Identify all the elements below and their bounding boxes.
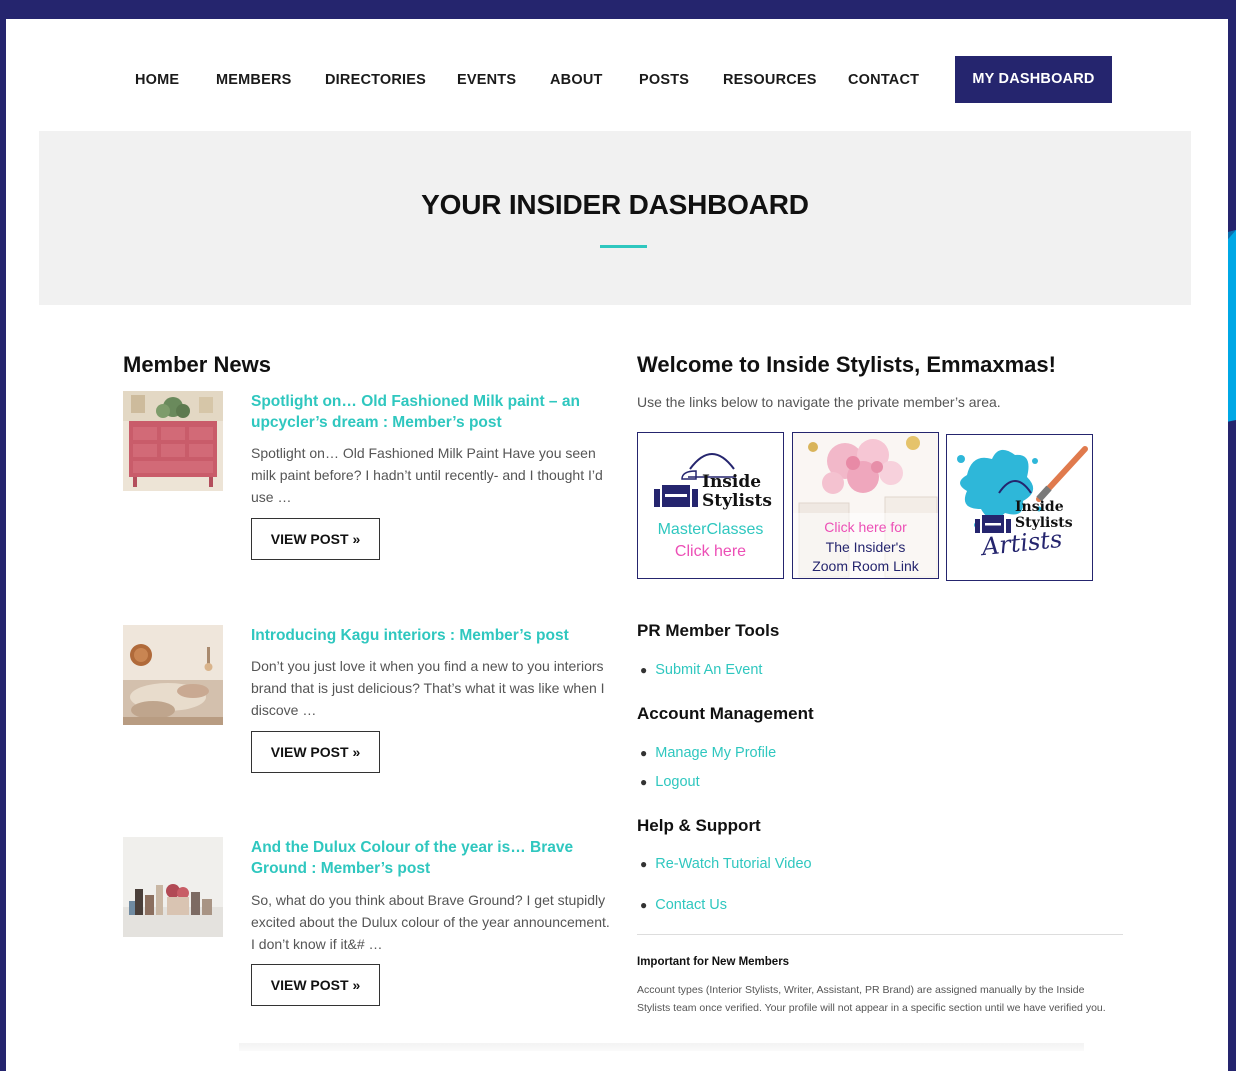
nav-posts[interactable]: POSTS	[639, 56, 689, 104]
zoom-room-label: Zoom Room Link	[812, 558, 919, 574]
post-thumbnail-homeware[interactable]	[123, 837, 223, 937]
member-news-heading: Member News	[123, 352, 271, 377]
masterclasses-label: MasterClasses	[657, 521, 764, 538]
notice-body: Account types (Interior Stylists, Writer…	[637, 984, 1106, 1014]
page-frame: HOME MEMBERS DIRECTORIES EVENTS ABOUT PO…	[6, 19, 1228, 1071]
nav-resources[interactable]: RESOURCES	[723, 56, 817, 104]
view-post-button[interactable]: VIEW POST »	[251, 731, 380, 773]
masterclasses-tile[interactable]: Inside Stylists MasterClasses Click here	[637, 432, 784, 579]
post-excerpt: Spotlight on… Old Fashioned Milk Paint H…	[251, 445, 603, 505]
notice-heading: Important for New Members	[637, 956, 790, 968]
tutorial-video-link[interactable]: ● Re-Watch Tutorial Video	[640, 856, 812, 872]
account-heading: Account Management	[637, 704, 814, 723]
welcome-heading: Welcome to Inside Stylists, Emmaxmas!	[637, 352, 1056, 377]
content-bottom-edge	[239, 1043, 1084, 1051]
logout-link[interactable]: ● Logout	[640, 774, 700, 790]
masterclasses-click-label: Click here	[674, 543, 747, 560]
zoom-room-tile[interactable]: Click here for The Insider's Zoom Room L…	[792, 432, 939, 579]
post-title-link[interactable]: Spotlight on… Old Fashioned Milk paint –…	[251, 391, 601, 433]
view-post-button[interactable]: VIEW POST »	[251, 518, 380, 560]
nav-members[interactable]: MEMBERS	[216, 56, 292, 104]
nav-contact[interactable]: CONTACT	[848, 56, 919, 104]
pr-tools-heading: PR Member Tools	[637, 621, 780, 640]
artists-tile[interactable]: Inside Stylists Artists	[946, 434, 1093, 581]
brand-text: Inside Stylists	[702, 472, 772, 511]
zoom-click-label: Click here for	[824, 519, 907, 535]
hero-banner: YOUR INSIDER DASHBOARD	[39, 131, 1191, 305]
post-title-link[interactable]: And the Dulux Colour of the year is… Bra…	[251, 837, 601, 879]
divider	[637, 934, 1123, 935]
post-thumbnail-bedroom[interactable]	[123, 625, 223, 725]
page-title: YOUR INSIDER DASHBOARD	[421, 189, 809, 220]
manage-profile-link[interactable]: ● Manage My Profile	[640, 745, 776, 761]
zoom-insider-label: The Insider's	[825, 539, 906, 555]
view-post-button[interactable]: VIEW POST »	[251, 964, 380, 1006]
nav-about[interactable]: ABOUT	[550, 56, 603, 104]
nav-home[interactable]: HOME	[135, 56, 179, 104]
post-excerpt: So, what do you think about Brave Ground…	[251, 892, 610, 952]
nav-directories[interactable]: DIRECTORIES	[325, 56, 426, 104]
post-thumbnail-dresser[interactable]	[123, 391, 223, 491]
submit-event-link[interactable]: ● Submit An Event	[640, 662, 762, 678]
post-title-link[interactable]: Introducing Kagu interiors : Member’s po…	[251, 625, 601, 646]
welcome-subtitle: Use the links below to navigate the priv…	[637, 394, 1001, 410]
post-excerpt: Don’t you just love it when you find a n…	[251, 658, 605, 718]
help-heading: Help & Support	[637, 816, 761, 835]
my-dashboard-button[interactable]: MY DASHBOARD	[955, 56, 1112, 103]
title-underline	[600, 245, 647, 248]
contact-us-link[interactable]: ● Contact Us	[640, 897, 727, 913]
nav-events[interactable]: EVENTS	[457, 56, 516, 104]
